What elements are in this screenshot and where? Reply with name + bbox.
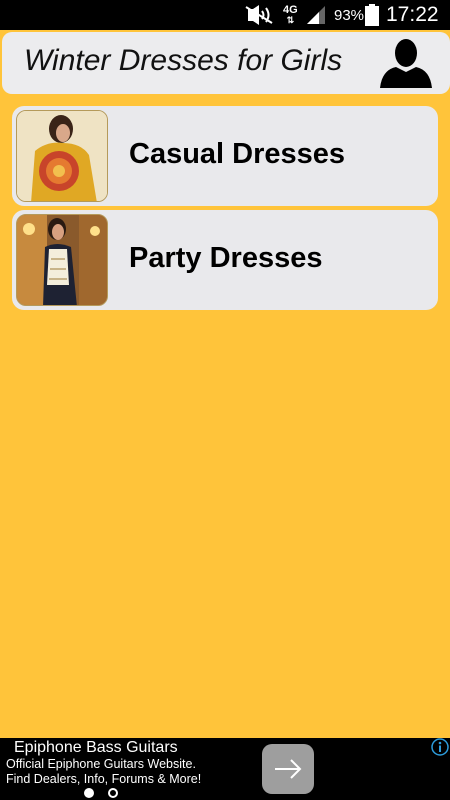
casual-dress-thumbnail [16, 110, 108, 202]
ad-open-button[interactable] [262, 744, 314, 794]
list-item-casual-dresses[interactable]: Casual Dresses [12, 106, 438, 206]
arrow-right-icon [275, 759, 302, 779]
ad-banner[interactable]: Epiphone Bass Guitars Official Epiphone … [0, 738, 450, 800]
page-title: Winter Dresses for Girls [24, 44, 343, 77]
list-item-label: Casual Dresses [129, 138, 346, 170]
page-indicator-dot [108, 788, 118, 798]
network-4g-icon: 4G ⇅ [283, 0, 298, 30]
person-silhouette-icon[interactable] [378, 36, 434, 92]
page-indicator-dot-active [84, 788, 94, 798]
signal-icon [305, 0, 327, 30]
list-item-party-dresses[interactable]: Party Dresses [12, 210, 438, 310]
battery-percent: 93% [334, 6, 365, 24]
party-dress-thumbnail [16, 214, 108, 306]
network-type: 4G [283, 4, 298, 16]
ad-description-line-2: Find Dealers, Info, Forums & More! [6, 772, 202, 786]
list-item-label: Party Dresses [129, 242, 323, 274]
clock: 17:22 [386, 3, 439, 26]
mute-icon [244, 0, 274, 30]
data-arrows-icon: ⇅ [286, 15, 295, 25]
info-icon[interactable] [431, 738, 449, 756]
battery-icon [365, 0, 379, 30]
ad-title[interactable]: Epiphone Bass Guitars [14, 739, 178, 757]
status-bar: 4G ⇅ 93% 17:22 [0, 0, 450, 30]
ad-description-line-1: Official Epiphone Guitars Website. [6, 757, 196, 771]
